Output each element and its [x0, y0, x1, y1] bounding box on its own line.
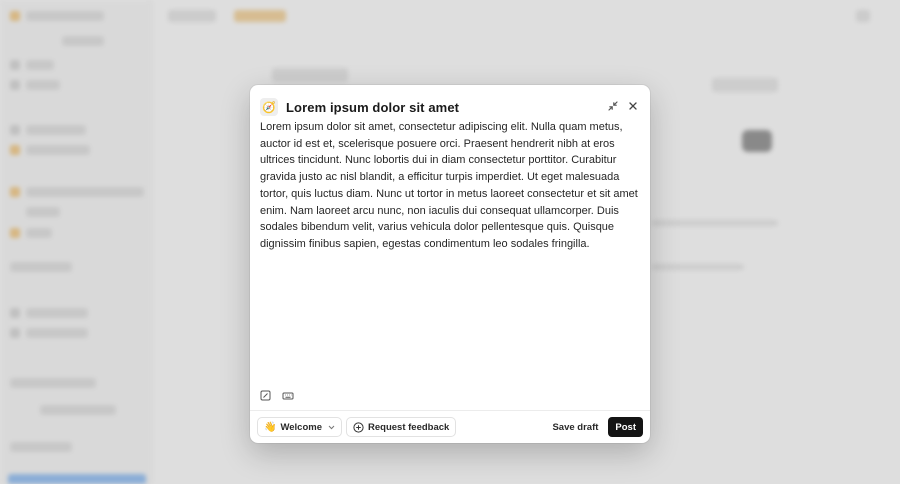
request-feedback-label: Request feedback [368, 421, 450, 433]
save-draft-button[interactable]: Save draft [552, 422, 598, 433]
wave-emoji-icon: 👋 [264, 421, 277, 433]
close-button[interactable] [626, 99, 640, 113]
plus-circle-icon [353, 421, 364, 433]
channel-icon: 🧭 [260, 98, 278, 116]
modal-footer: 👋 Welcome Request feedback Save draft Po… [250, 410, 650, 443]
collapse-icon [608, 101, 618, 111]
modal-header-actions [606, 99, 640, 113]
edit-format-button[interactable] [259, 389, 272, 402]
collapse-button[interactable] [606, 99, 620, 113]
modal-title: Lorem ipsum dolor sit amet [286, 99, 460, 115]
post-body-editor[interactable]: Lorem ipsum dolor sit amet, consectetur … [260, 119, 640, 253]
chevron-down-icon [328, 425, 335, 429]
post-button[interactable]: Post [608, 417, 643, 437]
keyboard-button[interactable] [281, 389, 294, 402]
editor-toolbar [259, 389, 294, 402]
channel-select[interactable]: 👋 Welcome [257, 417, 342, 437]
compass-emoji-icon: 🧭 [262, 101, 276, 114]
close-icon [629, 102, 637, 110]
channel-select-label: Welcome [280, 421, 322, 433]
edit-square-icon [260, 390, 271, 401]
post-composer-modal: 🧭 Lorem ipsum dolor sit amet Lorem ipsum… [250, 85, 650, 443]
keyboard-icon [282, 392, 293, 399]
modal-header: 🧭 Lorem ipsum dolor sit amet [260, 97, 640, 117]
request-feedback-button[interactable]: Request feedback [346, 417, 457, 437]
